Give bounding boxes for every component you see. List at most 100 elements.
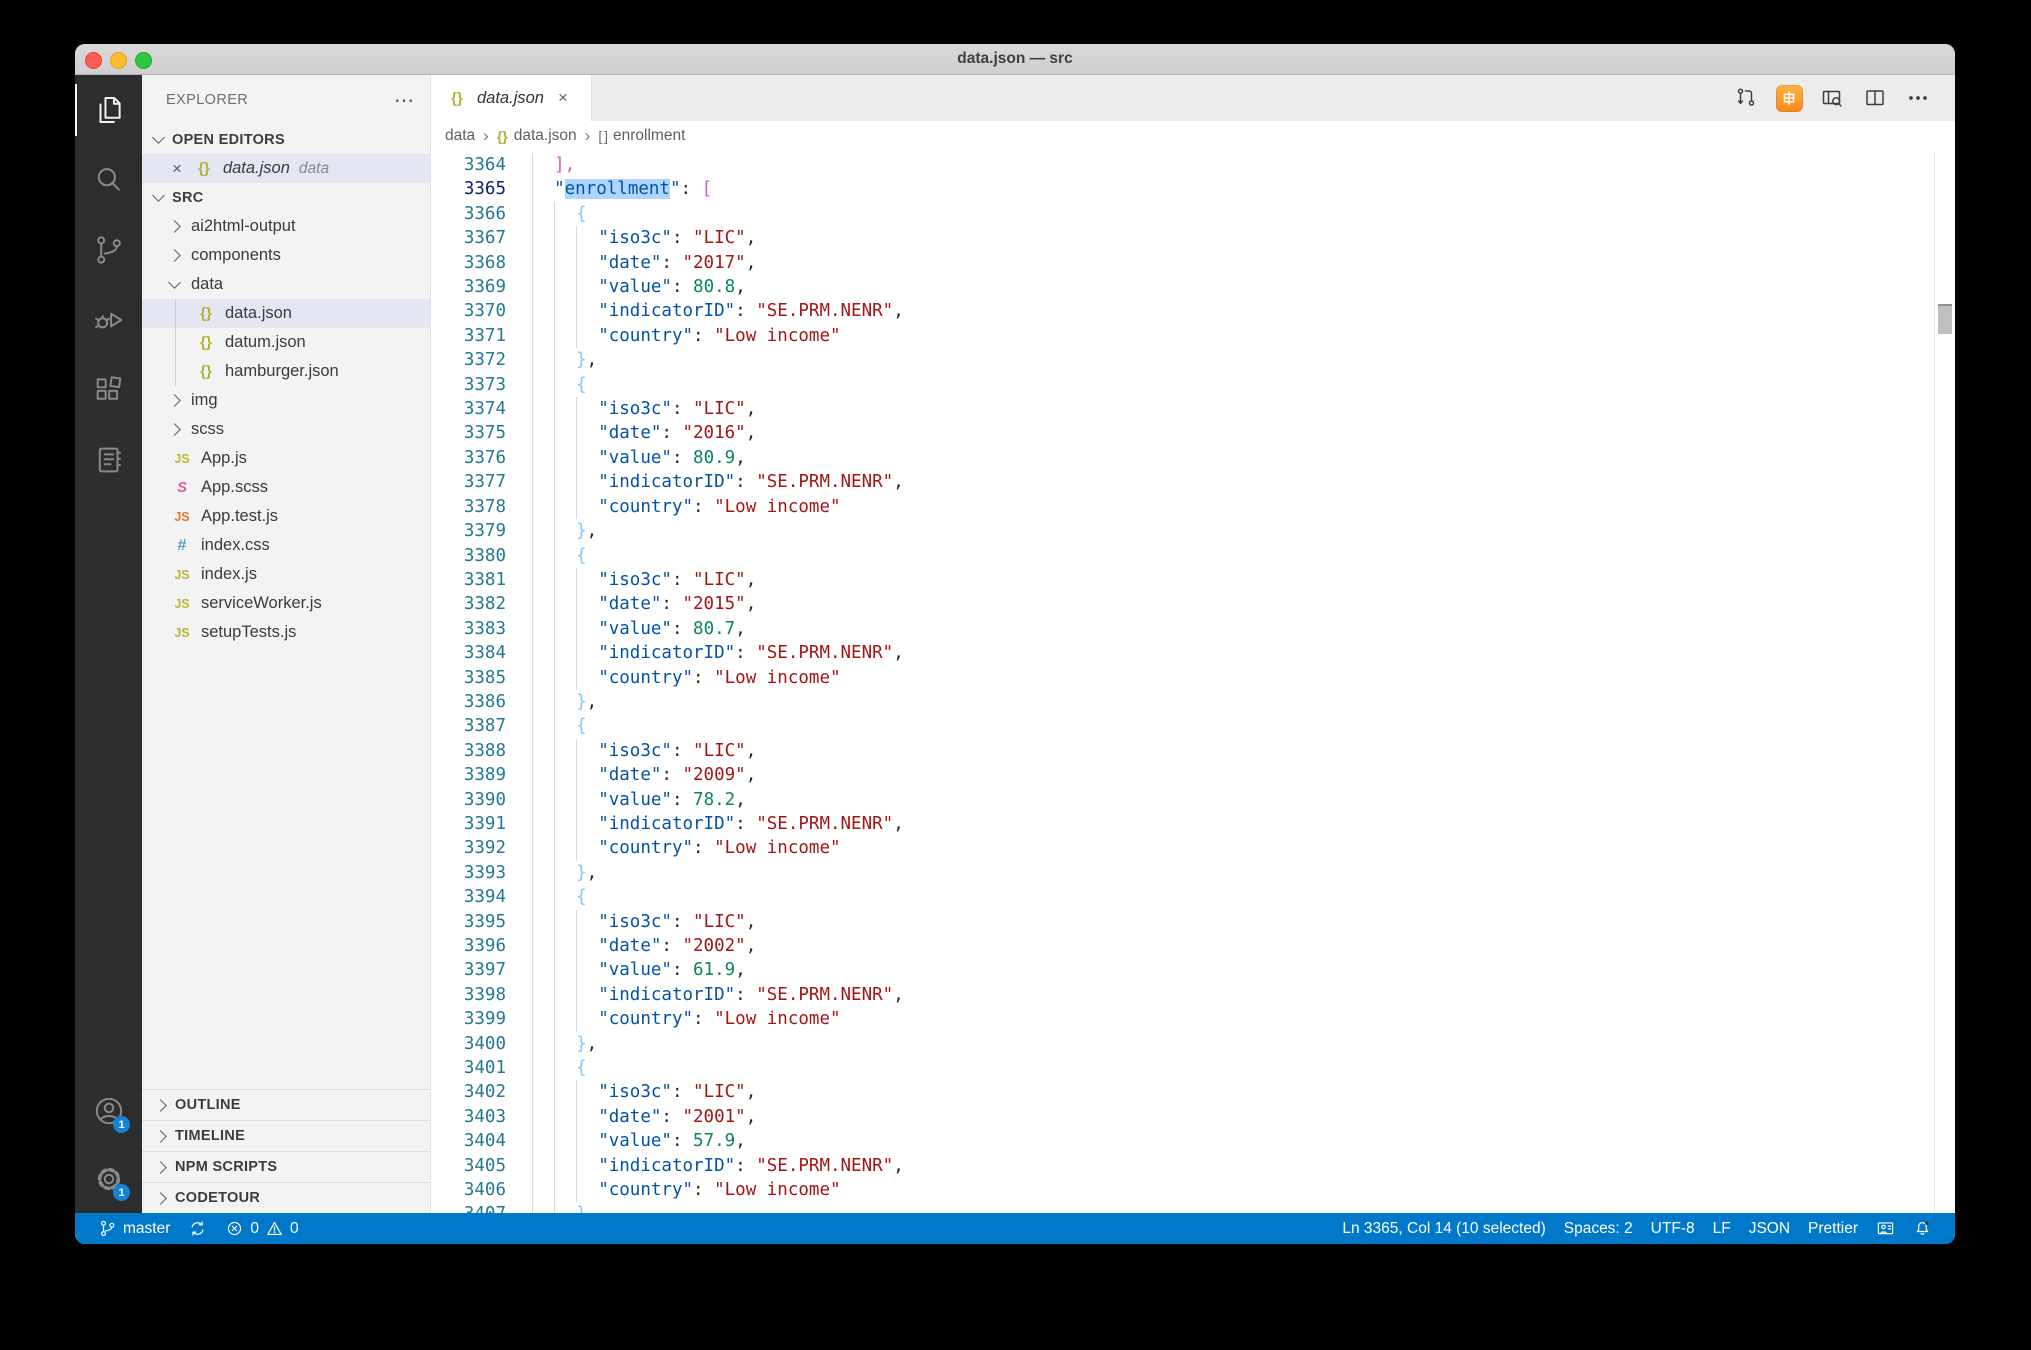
file-hamburger.json[interactable]: {} hamburger.json bbox=[142, 357, 430, 386]
code-line-3401[interactable]: 3401 { bbox=[431, 1056, 1935, 1081]
scrollbar-thumb[interactable] bbox=[1938, 304, 1952, 334]
src-section-header[interactable]: SRC bbox=[142, 183, 430, 212]
breadcrumb-item-data-json[interactable]: {} data.json bbox=[497, 127, 577, 145]
cjk-extension-icon[interactable] bbox=[1774, 83, 1804, 113]
sidebar-more-icon[interactable]: ⋯ bbox=[394, 88, 416, 113]
folder-data[interactable]: data bbox=[142, 270, 430, 299]
code-line-3402[interactable]: 3402 "iso3c": "LIC", bbox=[431, 1080, 1935, 1105]
code-line-3398[interactable]: 3398 "indicatorID": "SE.PRM.NENR", bbox=[431, 982, 1935, 1008]
activity-source-control-icon[interactable] bbox=[75, 215, 142, 285]
folder-ai2html-output[interactable]: ai2html-output bbox=[142, 212, 430, 241]
code-line-3366[interactable]: 3366 { bbox=[431, 201, 1935, 227]
zoom-window-button[interactable] bbox=[135, 52, 152, 69]
code-line-3372[interactable]: 3372 }, bbox=[431, 348, 1935, 373]
status-ln-3365-col-14-10-selected-[interactable]: Ln 3365, Col 14 (10 selected) bbox=[1333, 1220, 1554, 1238]
file-setupTests.js[interactable]: JS setupTests.js bbox=[142, 618, 430, 647]
more-actions-icon[interactable] bbox=[1903, 83, 1933, 113]
panel-codetour[interactable]: CODETOUR bbox=[142, 1182, 430, 1213]
code-line-3377[interactable]: 3377 "indicatorID": "SE.PRM.NENR", bbox=[431, 470, 1935, 495]
activity-notebook-icon[interactable] bbox=[75, 425, 142, 495]
file-datum.json[interactable]: {} datum.json bbox=[142, 328, 430, 357]
code-line-3364[interactable]: 3364 ], bbox=[431, 153, 1935, 178]
activity-extensions-icon[interactable] bbox=[75, 355, 142, 425]
status-utf-8[interactable]: UTF-8 bbox=[1642, 1220, 1704, 1238]
code-line-3406[interactable]: 3406 "country": "Low income" bbox=[431, 1178, 1935, 1203]
code-line-3403[interactable]: 3403 "date": "2001", bbox=[431, 1104, 1935, 1130]
code-line-3374[interactable]: 3374 "iso3c": "LIC", bbox=[431, 397, 1935, 422]
status-lf[interactable]: LF bbox=[1704, 1220, 1740, 1238]
code-line-3399[interactable]: 3399 "country": "Low income" bbox=[431, 1007, 1935, 1032]
folder-scss[interactable]: scss bbox=[142, 415, 430, 444]
code-line-3396[interactable]: 3396 "date": "2002", bbox=[431, 934, 1935, 959]
bell-button[interactable] bbox=[1904, 1219, 1941, 1238]
code-line-3373[interactable]: 3373 { bbox=[431, 372, 1935, 398]
code-line-3369[interactable]: 3369 "value": 80.8, bbox=[431, 275, 1935, 300]
open-editor-item-data.json[interactable]: ×{} data.json data bbox=[142, 154, 430, 183]
sync-changes-button[interactable] bbox=[179, 1213, 216, 1244]
file-data.json[interactable]: {} data.json bbox=[142, 299, 430, 328]
file-index.js[interactable]: JS index.js bbox=[142, 560, 430, 589]
code-line-3407[interactable]: 3407 }, bbox=[431, 1202, 1935, 1213]
minimize-window-button[interactable] bbox=[110, 52, 127, 69]
feedback-button[interactable] bbox=[1867, 1219, 1904, 1238]
code-line-3382[interactable]: 3382 "date": "2015", bbox=[431, 592, 1935, 617]
problems-indicator[interactable]: 00 bbox=[216, 1213, 307, 1244]
warnings-indicator[interactable]: 0 bbox=[265, 1213, 299, 1244]
close-window-button[interactable] bbox=[85, 52, 102, 69]
code-line-3394[interactable]: 3394 { bbox=[431, 885, 1935, 910]
code-line-3381[interactable]: 3381 "iso3c": "LIC", bbox=[431, 567, 1935, 593]
code-line-3385[interactable]: 3385 "country": "Low income" bbox=[431, 665, 1935, 690]
code-line-3368[interactable]: 3368 "date": "2017", bbox=[431, 250, 1935, 276]
code-line-3400[interactable]: 3400 }, bbox=[431, 1031, 1935, 1057]
code-line-3392[interactable]: 3392 "country": "Low income" bbox=[431, 836, 1935, 861]
open-preview-icon[interactable] bbox=[1817, 83, 1847, 113]
activity-account-icon[interactable]: 1 bbox=[75, 1077, 142, 1145]
code-line-3365[interactable]: 3365 "enrollment": [ bbox=[431, 177, 1935, 202]
code-line-3371[interactable]: 3371 "country": "Low income" bbox=[431, 323, 1935, 349]
file-App.test.js[interactable]: JS App.test.js bbox=[142, 502, 430, 531]
close-icon[interactable]: × bbox=[172, 159, 182, 179]
split-editor-icon[interactable] bbox=[1860, 83, 1890, 113]
code-line-3388[interactable]: 3388 "iso3c": "LIC", bbox=[431, 738, 1935, 764]
code-line-3397[interactable]: 3397 "value": 61.9, bbox=[431, 958, 1935, 983]
code-line-3390[interactable]: 3390 "value": 78.2, bbox=[431, 787, 1935, 812]
folder-img[interactable]: img bbox=[142, 386, 430, 415]
panel-npm-scripts[interactable]: NPM SCRIPTS bbox=[142, 1151, 430, 1182]
status-prettier[interactable]: Prettier bbox=[1799, 1220, 1867, 1238]
activity-settings-icon[interactable]: 1 bbox=[75, 1145, 142, 1213]
code-line-3386[interactable]: 3386 }, bbox=[431, 689, 1935, 715]
code-line-3383[interactable]: 3383 "value": 80.7, bbox=[431, 616, 1935, 642]
status-json[interactable]: JSON bbox=[1740, 1220, 1799, 1238]
breadcrumb-item-data[interactable]: data bbox=[445, 127, 475, 145]
activity-run-debug-icon[interactable] bbox=[75, 285, 142, 355]
panel-outline[interactable]: OUTLINE bbox=[142, 1089, 430, 1120]
file-App.scss[interactable]: S App.scss bbox=[142, 473, 430, 502]
file-index.css[interactable]: # index.css bbox=[142, 531, 430, 560]
panel-timeline[interactable]: TIMELINE bbox=[142, 1120, 430, 1151]
code-line-3380[interactable]: 3380 { bbox=[431, 543, 1935, 568]
code-line-3389[interactable]: 3389 "date": "2009", bbox=[431, 763, 1935, 788]
compare-changes-icon[interactable] bbox=[1731, 83, 1761, 113]
folder-components[interactable]: components bbox=[142, 241, 430, 270]
activity-explorer-icon[interactable] bbox=[75, 75, 142, 145]
code-line-3378[interactable]: 3378 "country": "Low income" bbox=[431, 494, 1935, 520]
file-serviceWorker.js[interactable]: JS serviceWorker.js bbox=[142, 589, 430, 618]
scrollbar-track[interactable] bbox=[1934, 151, 1955, 1213]
code-line-3379[interactable]: 3379 }, bbox=[431, 519, 1935, 544]
tab-data-json[interactable]: {} data.json × bbox=[431, 75, 592, 121]
editor-content[interactable]: 3364 ], 3365 "enrollment": [3366 {3367 "i… bbox=[431, 151, 1955, 1213]
code-line-3376[interactable]: 3376 "value": 80.9, bbox=[431, 445, 1935, 471]
code-line-3404[interactable]: 3404 "value": 57.9, bbox=[431, 1129, 1935, 1154]
code-line-3395[interactable]: 3395 "iso3c": "LIC", bbox=[431, 909, 1935, 934]
git-branch-indicator[interactable]: master bbox=[89, 1213, 179, 1244]
code-line-3393[interactable]: 3393 }, bbox=[431, 860, 1935, 886]
code-line-3387[interactable]: 3387 { bbox=[431, 714, 1935, 739]
open-editors-section-header[interactable]: OPEN EDITORS bbox=[142, 125, 430, 154]
title-bar[interactable]: data.json — src bbox=[75, 44, 1955, 75]
code-line-3391[interactable]: 3391 "indicatorID": "SE.PRM.NENR", bbox=[431, 811, 1935, 837]
activity-search-icon[interactable] bbox=[75, 145, 142, 215]
code-line-3384[interactable]: 3384 "indicatorID": "SE.PRM.NENR", bbox=[431, 641, 1935, 666]
code-line-3375[interactable]: 3375 "date": "2016", bbox=[431, 421, 1935, 446]
status-spaces-2[interactable]: Spaces: 2 bbox=[1555, 1220, 1642, 1238]
code-line-3405[interactable]: 3405 "indicatorID": "SE.PRM.NENR", bbox=[431, 1153, 1935, 1179]
